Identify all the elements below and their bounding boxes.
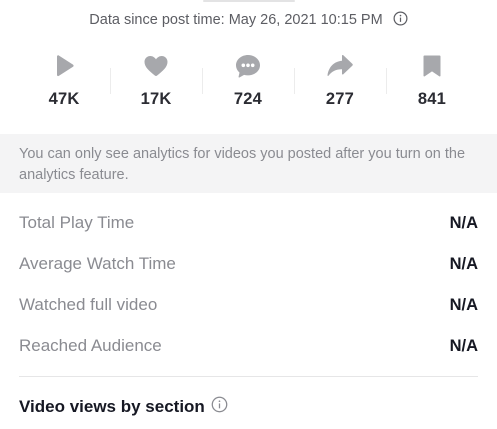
metric-value: N/A [449,213,478,232]
metric-label: Average Watch Time [19,254,176,273]
notice-text: You can only see analytics for videos yo… [19,146,466,183]
stat-comments: 724 [202,50,294,116]
metric-reached-audience: Reached Audience N/A [19,334,478,358]
info-icon[interactable] [393,11,408,30]
metric-average-watch-time: Average Watch Time N/A [19,252,478,276]
stat-value: 17K [140,90,172,108]
stat-views: 47K [18,50,110,116]
share-icon [326,50,354,82]
bookmark-icon [422,50,442,82]
metric-watched-full-video: Watched full video N/A [19,293,478,317]
stat-value: 841 [417,90,447,108]
metric-value: N/A [449,336,478,355]
metric-label: Reached Audience [19,336,162,355]
stat-value: 47K [48,90,80,108]
stat-value: 277 [325,90,355,108]
metric-label: Total Play Time [19,213,135,232]
section-divider [19,376,478,377]
metric-value: N/A [449,295,478,314]
section-title: Video views by section [19,397,205,416]
stat-saves: 841 [386,50,478,116]
data-since-text: Data since post time: May 26, 2021 10:15… [89,12,383,28]
metric-value: N/A [449,254,478,273]
heart-icon [143,50,169,82]
analytics-notice: You can only see analytics for videos yo… [0,134,497,193]
stat-value: 724 [233,90,263,108]
stat-shares: 277 [294,50,386,116]
engagement-stats: 47K 17K 724 277 841 [18,50,478,116]
metric-label: Watched full video [19,295,158,314]
play-icon [53,50,75,82]
section-header: Video views by section [19,396,228,418]
data-since-row: Data since post time: May 26, 2021 10:15… [0,10,497,30]
stat-likes: 17K [110,50,202,116]
comment-icon [234,50,262,82]
sheet-handle [203,0,295,2]
metric-total-play-time: Total Play Time N/A [19,211,478,235]
info-icon[interactable] [211,396,228,418]
